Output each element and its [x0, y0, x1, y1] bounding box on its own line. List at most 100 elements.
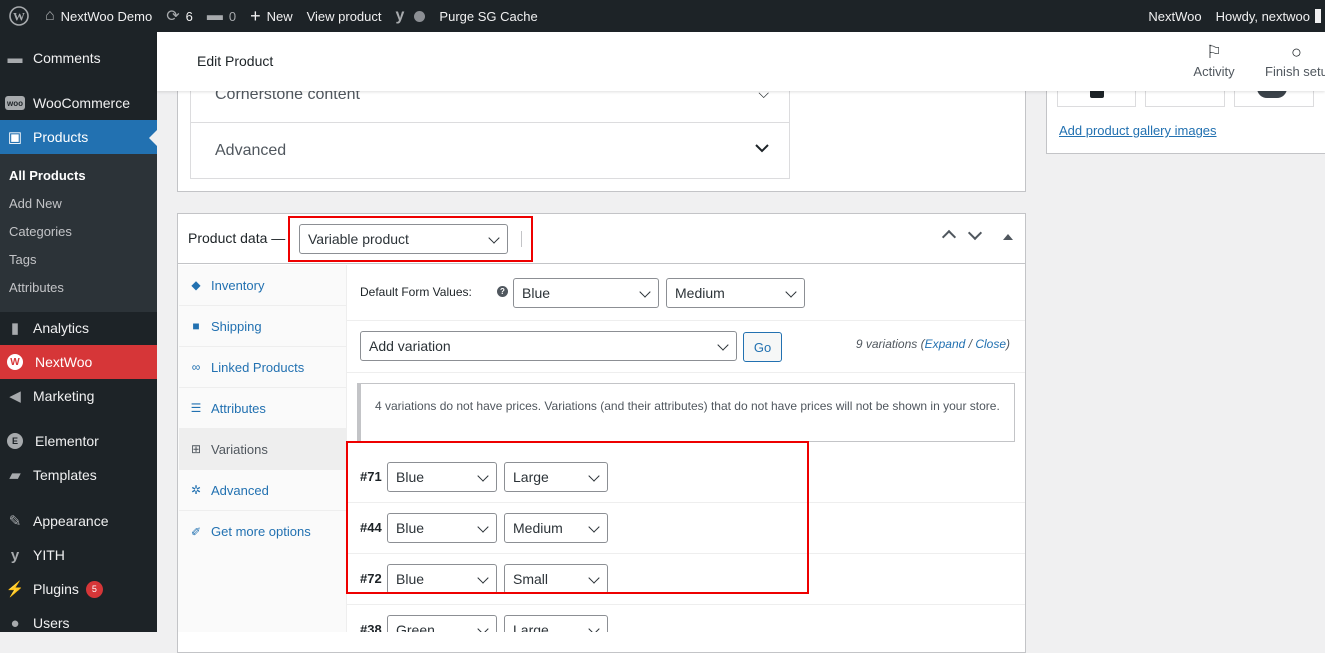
sidebar-item-label: WooCommerce [33, 95, 130, 111]
default-form-values-label: Default Form Values: [360, 285, 472, 299]
add-gallery-images-link[interactable]: Add product gallery images [1059, 123, 1217, 138]
woocommerce-icon: woo [5, 96, 25, 110]
tab-attributes[interactable]: ☰ Attributes [179, 388, 346, 429]
sidebar-item-comments[interactable]: ▬ Comments [0, 44, 157, 72]
submenu-attributes[interactable]: Attributes [9, 280, 64, 295]
variations-highlight [346, 441, 809, 594]
sidebar-item-label: Analytics [33, 320, 90, 336]
expand-close-separator: / [965, 337, 976, 351]
help-icon[interactable]: ? [497, 286, 508, 297]
updates-icon: ⟳ [166, 8, 180, 25]
page-title: Edit Product [197, 53, 274, 69]
updates-count: 6 [185, 8, 193, 24]
variation-color-select[interactable]: Green [387, 615, 497, 632]
default-color-select[interactable]: Blue [513, 278, 659, 308]
sidebar-item-products[interactable]: ▣ Products [0, 120, 157, 154]
tab-advanced[interactable]: ✲ Advanced [179, 470, 346, 511]
account-site-link[interactable]: NextWoo [1141, 0, 1208, 32]
elementor-icon: E [7, 433, 23, 449]
product-type-highlight [288, 216, 533, 262]
default-size-value: Medium [675, 285, 725, 301]
go-button[interactable]: Go [743, 332, 782, 362]
submenu-categories[interactable]: Categories [9, 224, 72, 239]
my-account-link[interactable]: Howdy, nextwoo [1209, 0, 1325, 32]
site-name-link[interactable]: ⌂ NextWoo Demo [38, 0, 159, 32]
submenu-tags[interactable]: Tags [9, 252, 36, 267]
close-link[interactable]: Close [975, 337, 1006, 351]
tab-label: Variations [211, 441, 268, 457]
folder-icon: ▰ [9, 467, 21, 484]
variation-id: #38 [360, 622, 382, 632]
variation-size-value: Large [513, 622, 549, 632]
sidebar-item-label: Users [33, 615, 70, 631]
sidebar-item-elementor[interactable]: E Elementor [0, 427, 157, 455]
sidebar-item-templates[interactable]: ▰ Templates [0, 461, 157, 489]
sidebar-item-yith[interactable]: y YITH [0, 541, 157, 569]
variations-count: 9 variations (Expand / Close) [855, 337, 1010, 351]
product-data-label: Product data — [188, 230, 286, 246]
comments-count: 0 [228, 8, 237, 24]
progress-circle-icon: ○ [1291, 42, 1302, 62]
page-header: Edit Product ⚐ Activity ○ Finish setu [157, 32, 1325, 91]
tab-variations[interactable]: ⊞ Variations [179, 429, 346, 470]
truck-icon: ■ [192, 319, 200, 333]
tab-label: Shipping [211, 318, 262, 334]
default-color-value: Blue [522, 285, 551, 301]
variation-actions-row: Add variation Go 9 variations (Expand / … [347, 322, 1025, 373]
variation-color-value: Green [396, 622, 435, 632]
sidebar-item-nextwoo[interactable]: W NextWoo [0, 345, 157, 379]
variation-size-select[interactable]: Large [504, 615, 608, 632]
sidebar-item-appearance[interactable]: ✎ Appearance [0, 507, 157, 535]
plus-icon: + [250, 5, 261, 26]
sidebar-item-woocommerce[interactable]: woo WooCommerce [0, 89, 157, 117]
finish-setup-label: Finish setu [1265, 64, 1325, 79]
activity-label: Activity [1193, 64, 1235, 79]
site-name: NextWoo Demo [60, 8, 153, 24]
comment-icon: ▬ [7, 49, 23, 67]
plug-icon: ⚡ [5, 581, 25, 598]
tab-inventory[interactable]: ◆ Inventory [179, 265, 346, 306]
tab-label: Inventory [211, 277, 265, 293]
move-down-icon[interactable] [967, 225, 983, 241]
sidebar-item-label: Comments [33, 50, 101, 66]
default-size-select[interactable]: Medium [666, 278, 805, 308]
grid-icon: ⊞ [190, 442, 202, 456]
yoast-menu-button[interactable]: y [389, 0, 433, 32]
sidebar-item-marketing[interactable]: ◀ Marketing [0, 382, 157, 410]
add-variation-select[interactable]: Add variation [360, 331, 737, 361]
move-up-icon[interactable] [941, 229, 957, 245]
tab-get-more-options[interactable]: ✐ Get more options [179, 511, 346, 552]
tab-shipping[interactable]: ■ Shipping [179, 306, 346, 347]
purge-cache-link[interactable]: Purge SG Cache [432, 0, 544, 32]
plugin-icon: ✐ [190, 524, 202, 539]
notice-text: 4 variations do not have prices. Variati… [375, 399, 1000, 413]
list-icon: ☰ [190, 401, 202, 415]
tab-label: Linked Products [211, 359, 305, 375]
link-icon: ∞ [191, 360, 201, 374]
account-site-label: NextWoo [1148, 8, 1202, 24]
collapse-toggle-icon[interactable] [1003, 234, 1013, 240]
activity-button[interactable]: ⚐ Activity [1192, 42, 1236, 79]
go-label: Go [753, 339, 772, 355]
sidebar-item-analytics[interactable]: ▮ Analytics [0, 314, 157, 342]
chevron-down-icon [717, 339, 729, 351]
tab-linked-products[interactable]: ∞ Linked Products [179, 347, 346, 388]
expand-link[interactable]: Expand [925, 337, 966, 351]
updates-link[interactable]: ⟳ 6 [159, 0, 200, 32]
new-content-link[interactable]: + New [243, 0, 300, 32]
wordpress-logo-button[interactable]: W [0, 0, 38, 32]
advanced-toggle[interactable]: Advanced [190, 122, 790, 179]
finish-setup-button[interactable]: ○ Finish setu [1265, 42, 1325, 79]
sidebar-item-users[interactable]: ● Users [0, 609, 157, 632]
sidebar-item-plugins[interactable]: ⚡ Plugins 5 [0, 575, 157, 603]
submenu-all-products[interactable]: All Products [9, 168, 86, 183]
howdy-label: Howdy, nextwoo [1215, 8, 1310, 24]
view-product-link[interactable]: View product [300, 0, 389, 32]
comments-link[interactable]: ▬ 0 [200, 0, 243, 32]
gear-icon: ✲ [190, 483, 202, 497]
variation-row[interactable]: #38 Green Large [347, 605, 1025, 632]
sidebar-item-label: Elementor [35, 433, 99, 449]
admin-bar: W ⌂ NextWoo Demo ⟳ 6 ▬ 0 + New View prod… [0, 0, 1325, 32]
submenu-add-new[interactable]: Add New [9, 196, 62, 211]
chevron-down-icon [639, 286, 651, 298]
